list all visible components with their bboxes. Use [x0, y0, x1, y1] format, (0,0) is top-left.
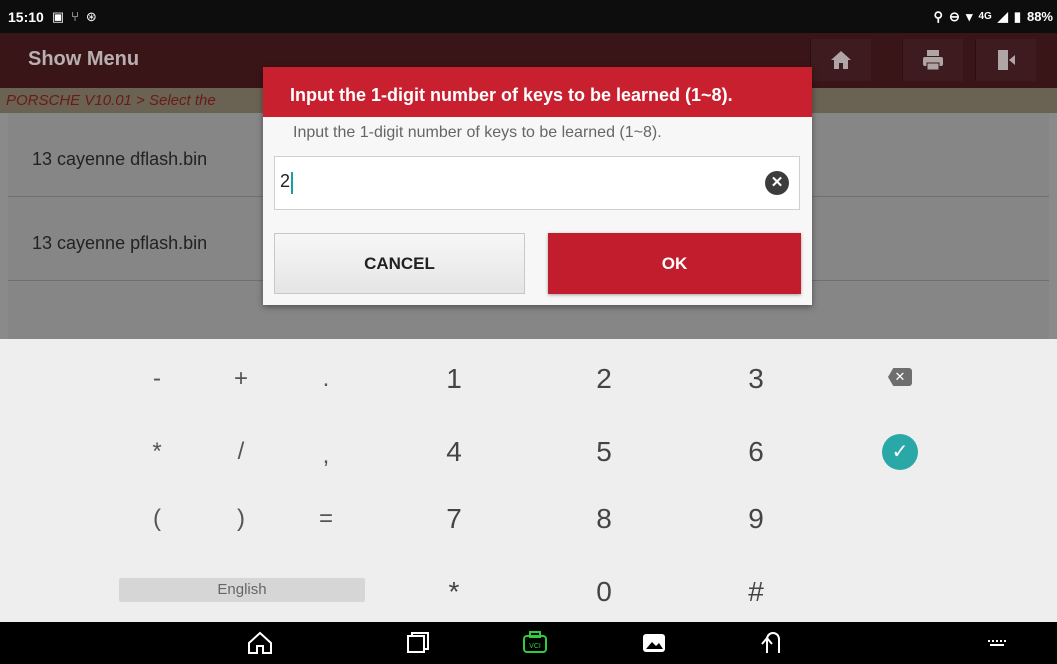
status-time: 15:10	[8, 8, 44, 25]
status-bar: 15:10 ▣ ⑂ ⊛ ⚲ ⊖ ▾ 4G ◢ ▮ 88%	[0, 0, 1057, 33]
svg-text:VCI: VCI	[529, 643, 541, 650]
ok-button[interactable]: OK	[548, 233, 801, 294]
key-0[interactable]: 0	[596, 576, 612, 608]
done-check-icon[interactable]: ✓	[882, 434, 918, 470]
gallery-icon[interactable]	[641, 631, 667, 655]
key-equals[interactable]: =	[319, 505, 333, 533]
home-button[interactable]	[810, 39, 871, 81]
print-icon	[923, 50, 943, 71]
key-asterisk[interactable]: *	[152, 438, 161, 466]
dnd-icon: ⊖	[949, 8, 960, 24]
image-notification-icon: ▣	[51, 8, 65, 24]
bluetooth-icon: ⊛	[85, 8, 97, 24]
home-icon	[831, 51, 851, 69]
clear-icon[interactable]: ✕	[765, 171, 789, 195]
key-slash[interactable]: /	[238, 438, 245, 466]
key-9[interactable]: 9	[748, 503, 764, 535]
dialog-title: Input the 1-digit number of keys to be l…	[263, 67, 812, 117]
keyboard-switch-icon[interactable]	[985, 631, 1011, 655]
key-4[interactable]: 4	[446, 436, 462, 468]
location-icon: ⚲	[933, 8, 944, 24]
vci-icon[interactable]: VCI	[522, 631, 548, 655]
key-plus[interactable]: +	[234, 365, 248, 393]
key-open-paren[interactable]: (	[153, 505, 161, 533]
numeric-keyboard: - + . 1 2 3 ✕ * / , 4 5 6 ✓ ( ) = 7 8 9 …	[0, 339, 1057, 622]
status-notification-icons: ▣ ⑂ ⊛	[52, 9, 97, 25]
cancel-button[interactable]: CANCEL	[274, 233, 525, 294]
key-5[interactable]: 5	[596, 436, 612, 468]
key-7[interactable]: 7	[446, 503, 462, 535]
network-type: 4G	[978, 11, 992, 22]
dialog-message: Input the 1-digit number of keys to be l…	[293, 124, 662, 141]
key-close-paren[interactable]: )	[237, 505, 245, 533]
list-item-label: 13 cayenne dflash.bin	[32, 149, 208, 169]
navigation-bar: VCI	[0, 622, 1057, 664]
key-comma[interactable]: ,	[323, 442, 330, 470]
home-nav-icon[interactable]	[247, 631, 273, 655]
key-star[interactable]: *	[449, 576, 460, 608]
input-value: 2	[280, 171, 291, 191]
list-item-label: 13 cayenne pflash.bin	[32, 233, 208, 253]
usb-icon: ⑂	[71, 9, 79, 24]
key-6[interactable]: 6	[748, 436, 764, 468]
key-1[interactable]: 1	[446, 363, 462, 395]
key-3[interactable]: 3	[748, 363, 764, 395]
exit-button[interactable]	[975, 39, 1036, 81]
key-hash[interactable]: #	[748, 576, 764, 608]
key-2[interactable]: 2	[596, 363, 612, 395]
language-switch[interactable]: English	[119, 578, 365, 602]
key-8[interactable]: 8	[596, 503, 612, 535]
back-icon[interactable]	[758, 631, 784, 655]
battery-percent: 88%	[1026, 9, 1053, 24]
backspace-icon[interactable]: ✕	[888, 368, 912, 386]
key-count-input[interactable]: 2 ✕	[274, 156, 800, 210]
key-minus[interactable]: -	[153, 365, 161, 393]
input-dialog: Input the 1-digit number of keys to be l…	[263, 67, 812, 305]
exit-icon	[998, 50, 1015, 70]
battery-icon: ▮	[1013, 8, 1021, 24]
signal-icon: ◢	[997, 8, 1008, 24]
page-title: Show Menu	[28, 48, 140, 70]
wifi-icon: ▾	[965, 8, 973, 24]
key-period[interactable]: .	[323, 365, 330, 393]
text-cursor	[291, 172, 293, 194]
recent-apps-icon[interactable]	[405, 631, 431, 655]
print-button[interactable]	[902, 39, 963, 81]
